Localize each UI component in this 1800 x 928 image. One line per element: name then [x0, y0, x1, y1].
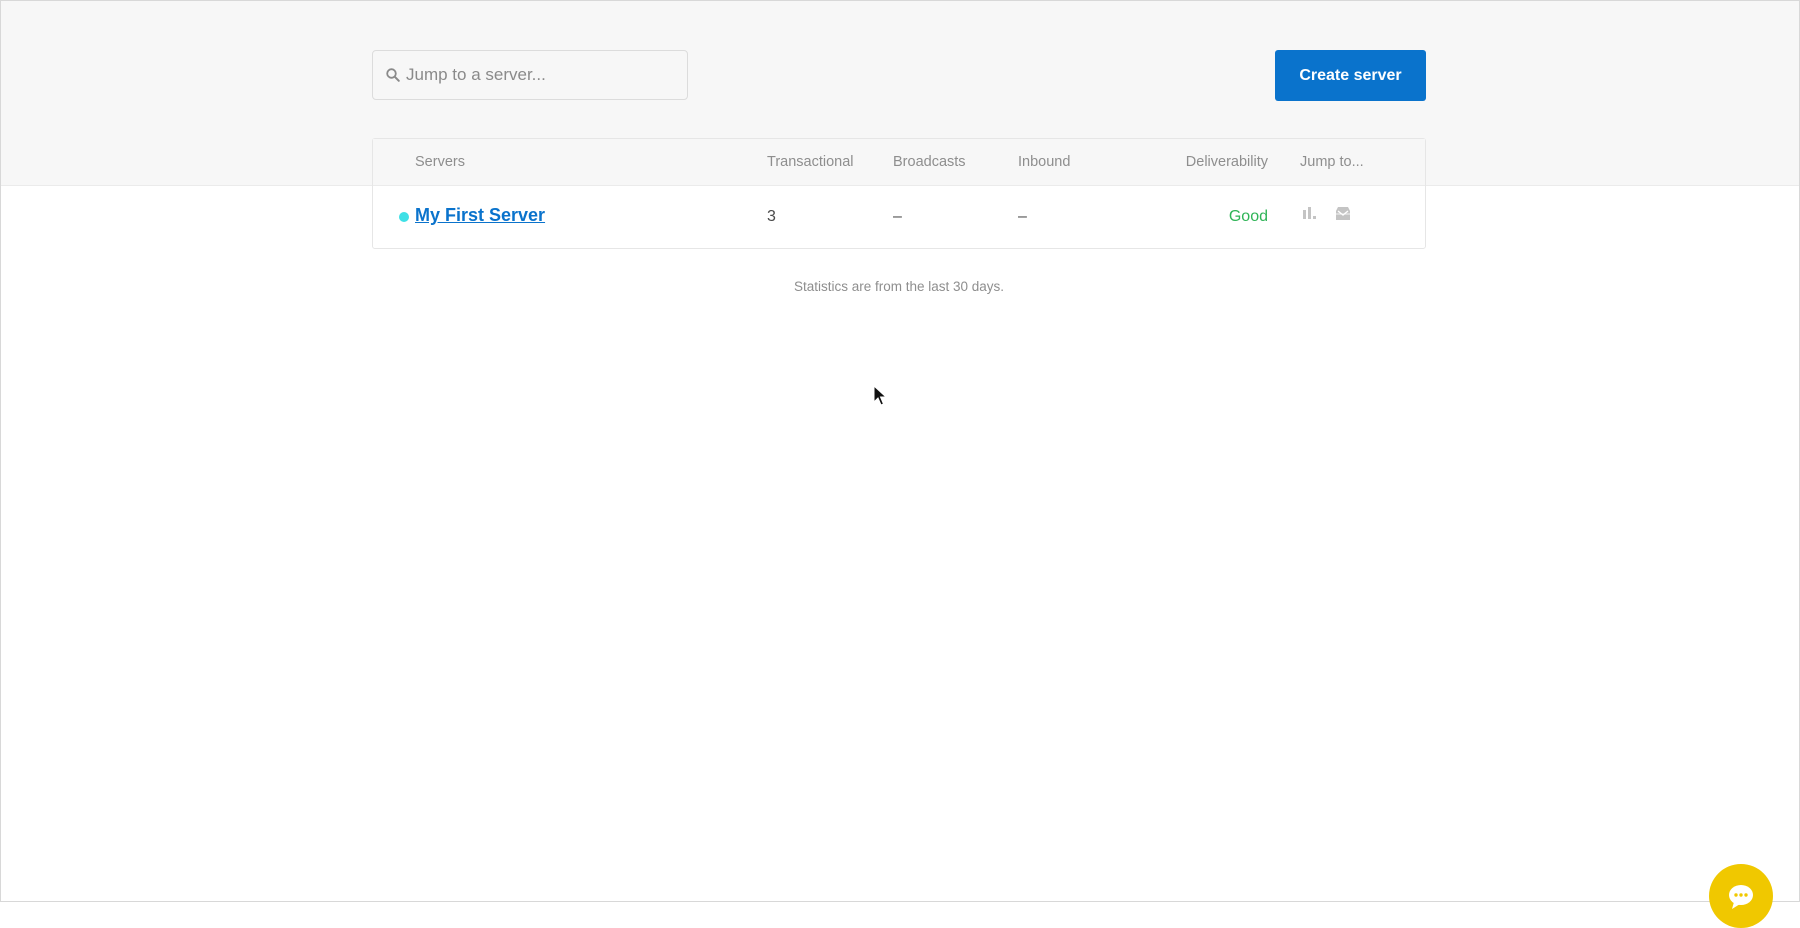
- toolbar: Create server: [372, 50, 1426, 101]
- transactional-count: 3: [767, 208, 776, 225]
- mouse-cursor-icon: [873, 385, 887, 406]
- table-row: My First Server 3 – – Good: [373, 186, 1425, 248]
- search-icon: [386, 68, 400, 82]
- bar-chart-icon[interactable]: [1300, 205, 1318, 223]
- create-server-button[interactable]: Create server: [1275, 50, 1426, 101]
- deliverability-status: Good: [1228, 208, 1268, 225]
- column-header-deliverability: Deliverability: [1185, 154, 1268, 170]
- column-header-transactional: Transactional: [767, 154, 854, 170]
- column-header-broadcasts: Broadcasts: [893, 154, 966, 170]
- column-header-jump-to: Jump to...: [1300, 154, 1364, 170]
- inbound-count: –: [1018, 208, 1027, 225]
- broadcasts-count: –: [893, 208, 902, 225]
- servers-table: Servers Transactional Broadcasts Inbound…: [372, 138, 1426, 249]
- column-header-inbound: Inbound: [1018, 154, 1071, 170]
- servers-page: Create server Servers Transactional Broa…: [372, 50, 1426, 294]
- table-header: Servers Transactional Broadcasts Inbound…: [373, 139, 1425, 186]
- server-search[interactable]: [372, 50, 688, 100]
- chat-launcher-button[interactable]: [1709, 864, 1773, 928]
- inbox-icon[interactable]: [1334, 205, 1352, 223]
- chat-icon: [1729, 885, 1753, 909]
- column-header-servers: Servers: [415, 154, 465, 170]
- statistics-note: Statistics are from the last 30 days.: [793, 279, 1005, 294]
- search-input[interactable]: [406, 51, 676, 98]
- status-dot: [399, 212, 409, 222]
- server-name-link[interactable]: My First Server: [415, 205, 545, 226]
